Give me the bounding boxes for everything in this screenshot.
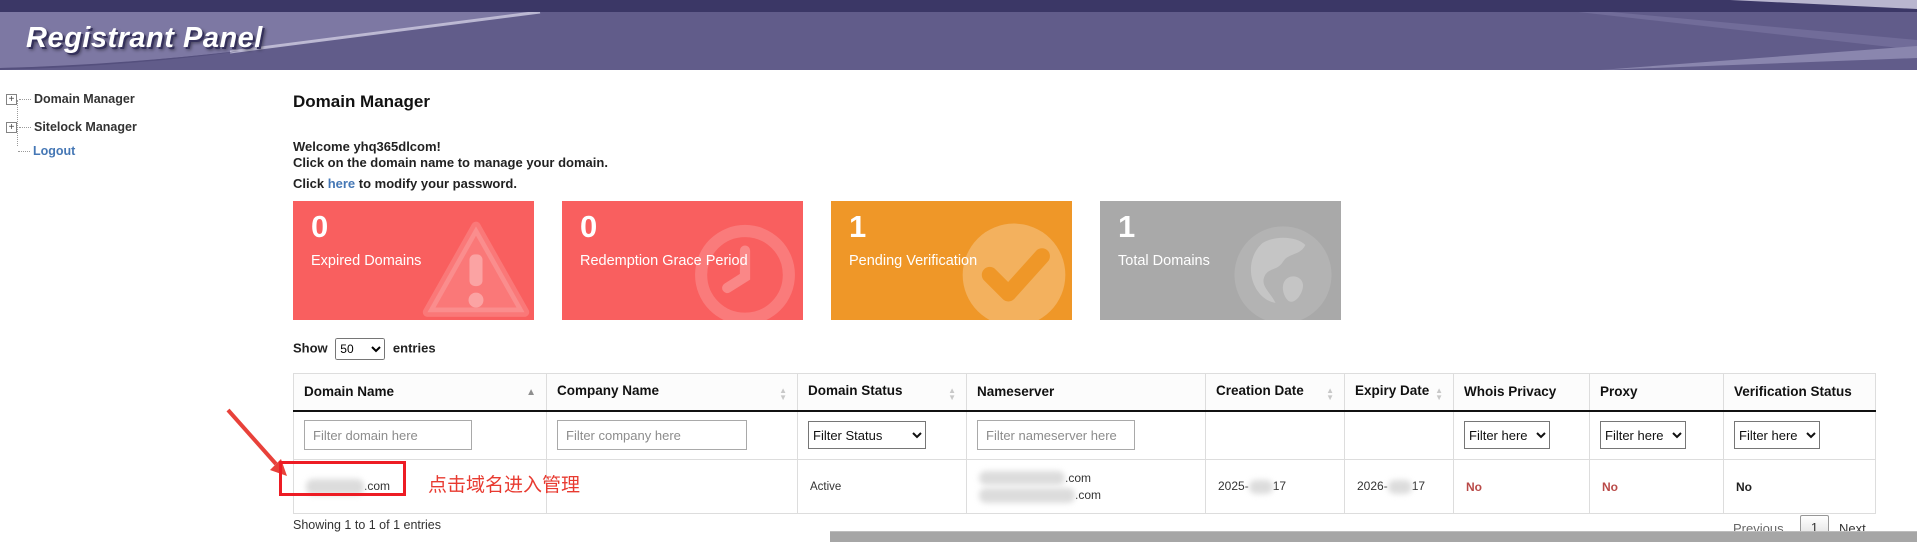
redacted-text (979, 488, 1075, 503)
expand-icon[interactable]: + (6, 122, 17, 133)
card-total-domains: 1 Total Domains (1100, 201, 1341, 320)
domain-status-cell: Active (798, 460, 967, 514)
sort-icons[interactable]: ▲▼ (779, 387, 787, 401)
nameserver-cell: .com .com (967, 460, 1206, 514)
sidebar-item-domain-manager[interactable]: + Domain Manager (6, 88, 135, 110)
tree-dots (19, 99, 31, 100)
filter-empty-cell (1206, 411, 1345, 460)
section-title: Domain Manager (293, 92, 430, 112)
filter-empty-cell (1345, 411, 1454, 460)
password-suffix: to modify your password. (359, 176, 517, 191)
clock-icon (689, 217, 801, 320)
filter-status-select[interactable]: Filter Status (808, 421, 926, 449)
whois-privacy-cell: No (1454, 460, 1590, 514)
card-label: Expired Domains (311, 253, 421, 269)
annotation-highlight-box (279, 461, 406, 496)
globe-icon (1227, 217, 1339, 320)
company-name-cell (547, 460, 798, 514)
filter-domain-input[interactable] (304, 420, 472, 450)
entries-label: entries (393, 340, 436, 355)
bottom-gray-strip (830, 531, 1917, 542)
card-value: 0 (311, 209, 328, 245)
filter-row: Filter Status Filter here Filter here Fi… (294, 411, 1876, 460)
tree-dots (18, 151, 30, 152)
warning-triangle-icon (420, 217, 532, 320)
tree-dots (19, 127, 31, 128)
column-header-verification-status: Verification Status (1724, 374, 1876, 411)
sort-icons[interactable]: ▲▼ (1435, 387, 1443, 401)
sidebar-item-label[interactable]: Sitelock Manager (34, 120, 137, 134)
card-expired-domains: 0 Expired Domains (293, 201, 534, 320)
welcome-line-1: Welcome yhq365dlcom! (293, 139, 608, 155)
column-header-proxy: Proxy (1590, 374, 1724, 411)
column-header-domain-name[interactable]: Domain Name ▲ (294, 374, 547, 411)
column-header-whois-privacy: Whois Privacy (1454, 374, 1590, 411)
welcome-line-2: Click on the domain name to manage your … (293, 155, 608, 171)
logout-link[interactable]: Logout (33, 144, 75, 158)
banner-swoosh-decoration (0, 0, 1917, 70)
sort-icons[interactable]: ▲▼ (1326, 387, 1334, 401)
sidebar-item-sitelock-manager[interactable]: + Sitelock Manager (6, 116, 137, 138)
verification-status-cell: No (1724, 460, 1876, 514)
filter-whois-select[interactable]: Filter here (1464, 421, 1550, 449)
filter-proxy-select[interactable]: Filter here (1600, 421, 1686, 449)
card-label: Total Domains (1118, 253, 1210, 269)
expiry-date-cell: 2026-17 (1345, 460, 1454, 514)
entries-per-page-select[interactable]: 50 (335, 338, 385, 360)
expand-icon[interactable]: + (6, 94, 17, 105)
table-header-row: Domain Name ▲ Company Name ▲▼ Domain Sta… (294, 374, 1876, 411)
card-value: 0 (580, 209, 597, 245)
card-redemption-grace: 0 Redemption Grace Period (562, 201, 803, 320)
creation-date-cell: 2025-17 (1206, 460, 1345, 514)
show-label: Show (293, 340, 328, 355)
card-value: 1 (849, 209, 866, 245)
card-pending-verification: 1 Pending Verification (831, 201, 1072, 320)
column-header-company-name[interactable]: Company Name ▲▼ (547, 374, 798, 411)
card-value: 1 (1118, 209, 1135, 245)
password-line: Click here to modify your password. (293, 176, 517, 191)
redacted-text (979, 471, 1065, 485)
filter-company-input[interactable] (557, 420, 747, 450)
column-header-nameserver: Nameserver (967, 374, 1206, 411)
sidebar-item-logout[interactable]: Logout (6, 140, 75, 162)
welcome-text: Welcome yhq365dlcom! Click on the domain… (293, 139, 608, 171)
header-banner: Registrant Panel (0, 0, 1917, 70)
sort-icons[interactable]: ▲▼ (948, 387, 956, 401)
proxy-cell: No (1590, 460, 1724, 514)
filter-nameserver-input[interactable] (977, 420, 1135, 450)
page-title: Registrant Panel (26, 22, 263, 55)
column-header-expiry-date[interactable]: Expiry Date ▲▼ (1345, 374, 1454, 411)
show-entries-control: Show 50 entries (293, 338, 436, 360)
modify-password-link[interactable]: here (328, 176, 355, 191)
column-header-domain-status[interactable]: Domain Status ▲▼ (798, 374, 967, 411)
redacted-text (1388, 480, 1412, 494)
annotation-note-text: 点击域名进入管理 (428, 470, 580, 497)
password-prefix: Click (293, 176, 324, 191)
column-header-creation-date[interactable]: Creation Date ▲▼ (1206, 374, 1345, 411)
check-circle-icon (958, 217, 1070, 320)
filter-verification-select[interactable]: Filter here (1734, 421, 1820, 449)
registrant-panel-page: Registrant Panel + Domain Manager + Site… (0, 0, 1917, 542)
sort-asc-icon[interactable]: ▲ (526, 387, 536, 398)
redacted-text (1249, 480, 1273, 494)
table-info-text: Showing 1 to 1 of 1 entries (293, 518, 441, 532)
sidebar-item-label[interactable]: Domain Manager (34, 92, 135, 106)
